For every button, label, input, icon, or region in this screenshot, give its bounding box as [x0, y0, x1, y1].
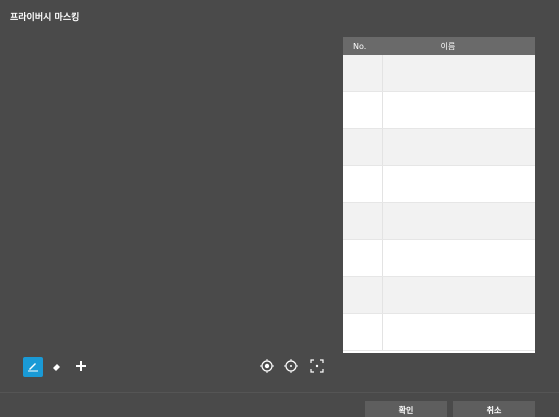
eraser-icon — [51, 360, 63, 375]
cell-name — [383, 277, 535, 313]
target-filled-icon — [260, 358, 274, 376]
table-body — [343, 55, 535, 351]
cell-no — [343, 92, 383, 128]
table-row[interactable] — [343, 240, 535, 277]
footer-divider — [0, 392, 559, 393]
center-button[interactable] — [257, 357, 277, 377]
locate-button[interactable] — [281, 357, 301, 377]
cell-name — [383, 314, 535, 350]
column-header-no: No. — [353, 41, 367, 51]
draw-button[interactable] — [23, 357, 43, 377]
cell-no — [343, 277, 383, 313]
masking-canvas[interactable] — [0, 30, 340, 350]
move-button[interactable] — [71, 357, 91, 377]
ok-button[interactable]: 확인 — [365, 401, 447, 417]
table-row[interactable] — [343, 129, 535, 166]
toolbar — [0, 353, 559, 381]
eraser-button[interactable] — [47, 357, 67, 377]
cell-no — [343, 240, 383, 276]
fit-screen-icon — [310, 358, 324, 376]
cell-no — [343, 314, 383, 350]
cell-name — [383, 240, 535, 276]
cell-name — [383, 55, 535, 91]
table-row[interactable] — [343, 314, 535, 351]
cell-no — [343, 203, 383, 239]
draw-icon — [27, 360, 39, 375]
cell-no — [343, 166, 383, 202]
table-row[interactable] — [343, 92, 535, 129]
cancel-button[interactable]: 취소 — [453, 401, 535, 417]
table-row[interactable] — [343, 203, 535, 240]
move-icon — [75, 360, 87, 375]
table-header: No. 이름 — [343, 37, 535, 55]
dialog-title: 프라이버시 마스킹 — [10, 13, 80, 23]
fit-button[interactable] — [307, 357, 327, 377]
cell-no — [343, 55, 383, 91]
table-row[interactable] — [343, 55, 535, 92]
column-header-name: 이름 — [440, 41, 456, 51]
cell-name — [383, 129, 535, 165]
cell-name — [383, 203, 535, 239]
cell-name — [383, 92, 535, 128]
cell-name — [383, 166, 535, 202]
cell-no — [343, 129, 383, 165]
table-row[interactable] — [343, 166, 535, 203]
mask-table: No. 이름 — [343, 37, 535, 353]
table-row[interactable] — [343, 277, 535, 314]
target-icon — [284, 358, 298, 376]
